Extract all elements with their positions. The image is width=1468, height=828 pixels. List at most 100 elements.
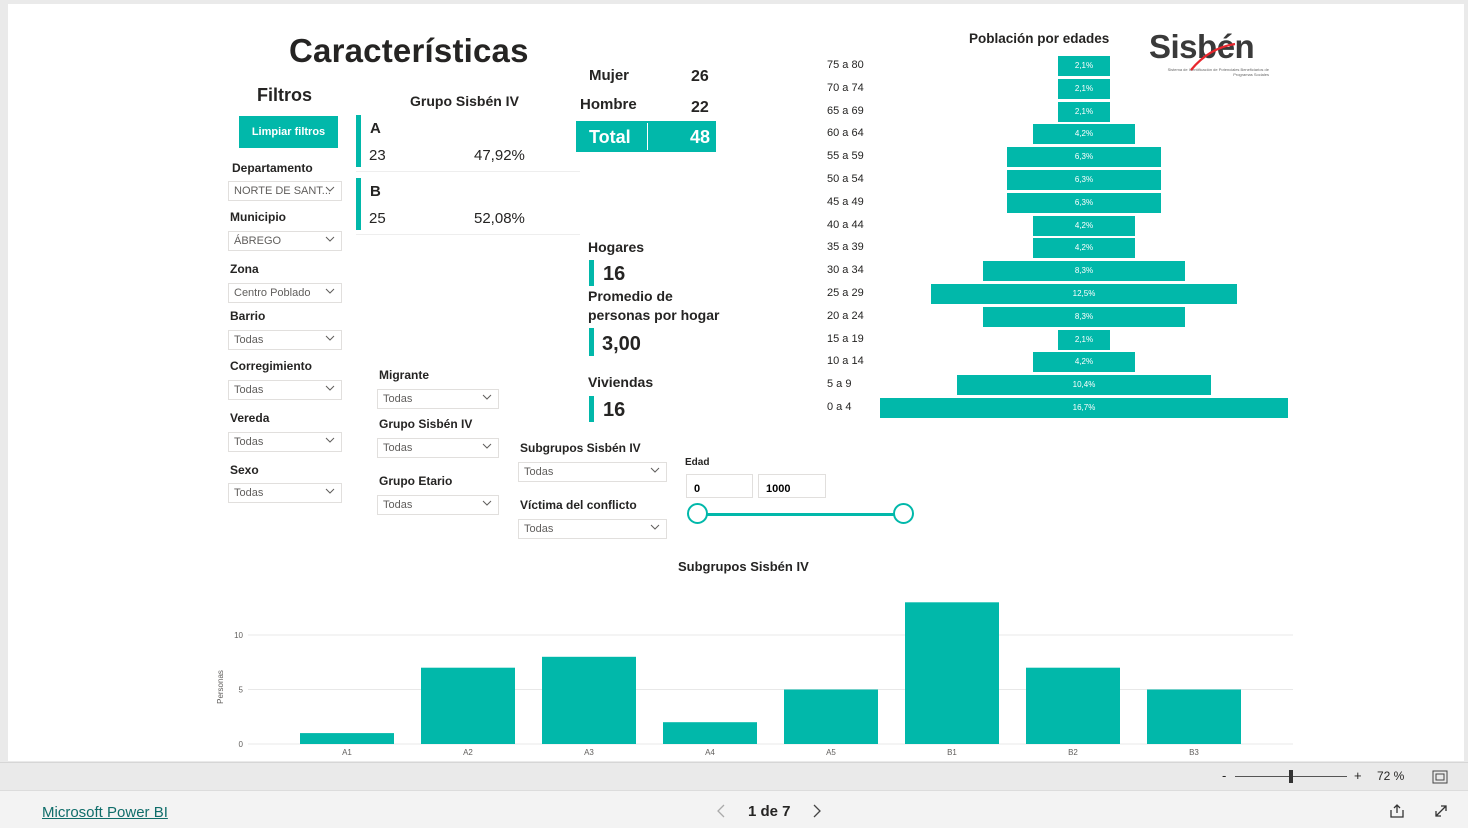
clear-filters-button[interactable]: Limpiar filtros: [239, 116, 338, 148]
pyramid-bar[interactable]: 4,2%: [1032, 215, 1136, 236]
municipio-dropdown[interactable]: ÁBREGO: [228, 231, 342, 251]
pyramid-bar[interactable]: 2,1%: [1058, 78, 1110, 99]
footer: Microsoft Power BI 1 de 7: [0, 790, 1468, 828]
y-tick-label: 10: [234, 631, 243, 640]
x-tick-label: A5: [826, 748, 836, 757]
previous-page-icon[interactable]: [716, 804, 726, 818]
subgrupos-label: Subgrupos Sisbén IV: [520, 441, 641, 455]
chevron-down-icon: [325, 488, 335, 494]
hombre-label: Hombre: [580, 96, 637, 113]
pyramid-bar[interactable]: 4,2%: [1032, 238, 1136, 259]
hogares-value: 16: [603, 263, 626, 285]
pyramid-bar[interactable]: 4,2%: [1032, 352, 1136, 373]
corregimiento-value: Todas: [234, 384, 264, 396]
pyramid-bar[interactable]: 6,3%: [1007, 170, 1161, 190]
bar-b3[interactable]: [1147, 689, 1241, 745]
corregimiento-dropdown[interactable]: Todas: [228, 380, 342, 400]
promedio-value: 3,00: [602, 333, 641, 355]
chevron-down-icon: [650, 524, 660, 530]
pyramid-bar[interactable]: 6,3%: [1007, 192, 1161, 213]
barrio-dropdown[interactable]: Todas: [228, 330, 342, 350]
edad-slider-min-handle[interactable]: [687, 503, 708, 524]
pyramid-age-label: 50 a 54: [827, 173, 864, 185]
mujer-value: 26: [691, 68, 709, 85]
chevron-down-icon: [325, 288, 335, 294]
bar-a4[interactable]: [663, 722, 757, 744]
pyramid-bar[interactable]: 8,3%: [982, 306, 1186, 327]
pyramid-bar[interactable]: 8,3%: [982, 261, 1186, 282]
zoom-bar: - + 72 %: [0, 762, 1468, 790]
zona-dropdown[interactable]: Centro Poblado: [228, 283, 342, 303]
filters-heading: Filtros: [257, 85, 313, 105]
pyramid-bar[interactable]: 2,1%: [1058, 101, 1110, 122]
bar-a5[interactable]: [784, 689, 878, 745]
pyramid-bar[interactable]: 10,4%: [956, 375, 1212, 396]
share-icon[interactable]: [1388, 802, 1406, 820]
bar-b1[interactable]: [905, 602, 999, 744]
promedio-label-line2: personas por hogar: [588, 307, 720, 323]
bar-b2[interactable]: [1026, 667, 1120, 744]
grupo-card-title: Grupo Sisbén IV: [410, 93, 519, 109]
logo-swoosh-icon: [1190, 42, 1236, 71]
pyramid-bar[interactable]: 6,3%: [1007, 147, 1161, 168]
grupo-etario-value: Todas: [383, 499, 413, 511]
pyramid-bar[interactable]: 4,2%: [1032, 124, 1136, 145]
grupo-sisben-value: Todas: [383, 442, 413, 454]
chevron-down-icon: [482, 443, 492, 449]
departamento-value: NORTE DE SANT...: [234, 185, 331, 197]
promedio-label-line1: Promedio de: [588, 288, 673, 304]
report-canvas: Características Filtros Limpiar filtros …: [8, 4, 1464, 761]
chevron-down-icon: [650, 467, 660, 473]
pyramid-bar[interactable]: 16,7%: [880, 398, 1288, 418]
pyramid-age-label: 20 a 24: [827, 309, 864, 322]
subgrupos-dropdown[interactable]: Todas: [518, 462, 667, 482]
pyramid-age-label: 65 a 69: [827, 104, 864, 117]
pyramid-bar[interactable]: 12,5%: [931, 284, 1237, 304]
bar-a1[interactable]: [300, 733, 394, 744]
edad-max-input[interactable]: [758, 474, 826, 498]
x-tick-label: B1: [947, 748, 957, 757]
pyramid-age-label: 25 a 29: [827, 287, 864, 299]
vereda-dropdown[interactable]: Todas: [228, 432, 342, 452]
grupo-sisben-dropdown[interactable]: Todas: [377, 438, 499, 458]
pyramid-bar[interactable]: 2,1%: [1058, 329, 1110, 350]
viviendas-value: 16: [603, 399, 626, 421]
power-bi-link[interactable]: Microsoft Power BI: [42, 804, 168, 821]
victima-dropdown[interactable]: Todas: [518, 519, 667, 539]
zoom-slider-handle[interactable]: [1289, 770, 1293, 783]
edad-slider-track[interactable]: [698, 513, 903, 516]
zoom-in-button[interactable]: +: [1354, 768, 1362, 783]
divider: [356, 171, 580, 172]
bar-a2[interactable]: [421, 667, 515, 744]
migrante-dropdown[interactable]: Todas: [377, 389, 499, 409]
x-tick-label: A2: [463, 748, 473, 757]
departamento-label: Departamento: [232, 161, 313, 175]
pyramid-bar[interactable]: 2,1%: [1058, 56, 1110, 76]
municipio-label: Municipio: [230, 210, 286, 224]
sexo-dropdown[interactable]: Todas: [228, 483, 342, 503]
zoom-out-button[interactable]: -: [1222, 768, 1226, 783]
edad-slider-max-handle[interactable]: [893, 503, 914, 524]
grupo-etario-dropdown[interactable]: Todas: [377, 495, 499, 515]
group-b-count: 25: [369, 210, 386, 227]
fullscreen-icon[interactable]: [1433, 803, 1449, 819]
edad-min-input[interactable]: [686, 474, 753, 498]
page-title: Características: [289, 32, 529, 69]
x-tick-label: A4: [705, 748, 715, 757]
chevron-down-icon: [325, 186, 335, 192]
fit-to-page-icon[interactable]: [1432, 770, 1448, 784]
bar-chart-title: Subgrupos Sisbén IV: [678, 559, 809, 574]
departamento-dropdown[interactable]: NORTE DE SANT...: [228, 181, 342, 201]
victima-value: Todas: [524, 523, 554, 535]
pyramid-age-label: 15 a 19: [827, 332, 864, 345]
bar-a3[interactable]: [542, 656, 636, 744]
divider: [356, 234, 580, 235]
zoom-slider-track[interactable]: [1235, 770, 1347, 783]
pyramid-age-label: 35 a 39: [827, 241, 864, 254]
hogares-accent: [589, 260, 594, 286]
next-page-icon[interactable]: [812, 804, 822, 818]
chevron-down-icon: [482, 394, 492, 400]
group-a-accent: [356, 115, 361, 167]
group-b-letter: B: [370, 183, 381, 200]
pyramid-age-label: 60 a 64: [827, 127, 864, 140]
